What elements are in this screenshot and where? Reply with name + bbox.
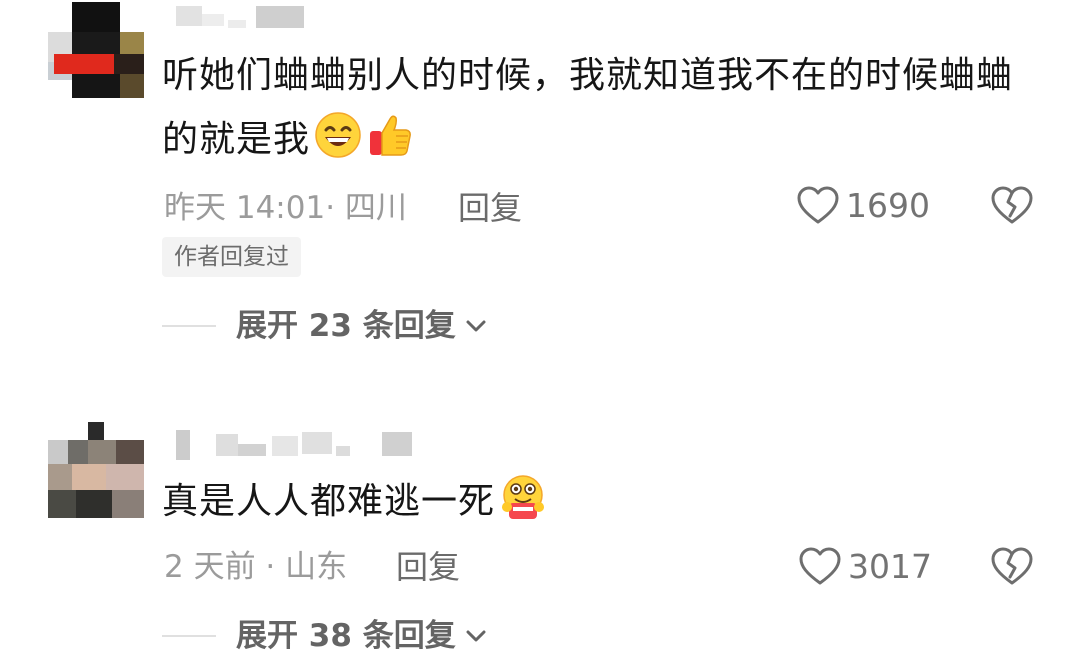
author-replied-tag: 作者回复过	[162, 237, 301, 277]
comment-text: 真是人人都难逃一死	[162, 470, 1042, 534]
heart-outline-icon	[797, 186, 839, 224]
like-button[interactable]: 1690	[796, 184, 930, 228]
eating-popcorn-emoji	[499, 473, 547, 521]
reply-button[interactable]: 回复	[458, 188, 522, 228]
expand-replies-button[interactable]: 展开 23 条回复	[162, 306, 490, 346]
expand-replies-button[interactable]: 展开 38 条回复	[162, 616, 490, 656]
avatar[interactable]	[48, 2, 144, 98]
grinning-face-emoji	[314, 111, 362, 159]
comment-text-body: 听她们蛐蛐别人的时候，我就知道我不在的时候蛐蛐的就是我	[162, 55, 1014, 160]
dislike-button[interactable]	[990, 545, 1034, 589]
dislike-button[interactable]	[990, 184, 1034, 228]
like-count: 1690	[846, 186, 930, 225]
broken-heart-icon	[991, 547, 1033, 585]
expand-replies-label: 展开 38 条回复	[236, 618, 456, 654]
avatar[interactable]	[48, 422, 144, 518]
divider-line	[162, 635, 216, 637]
like-button[interactable]: 3017	[798, 545, 932, 589]
expand-replies-label: 展开 23 条回复	[236, 308, 456, 344]
chevron-down-icon	[466, 630, 486, 642]
heart-outline-icon	[799, 547, 841, 585]
comment-text-body: 真是人人都难逃一死	[162, 481, 496, 522]
comment-meta: 2 天前 · 山东	[164, 549, 348, 585]
comment-item: 听她们蛐蛐别人的时候，我就知道我不在的时候蛐蛐的就是我 昨天 14:01· 四川…	[0, 0, 1080, 380]
comment-meta: 昨天 14:01· 四川	[164, 190, 407, 226]
reply-button[interactable]: 回复	[396, 547, 460, 587]
comment-text: 听她们蛐蛐别人的时候，我就知道我不在的时候蛐蛐的就是我	[162, 44, 1042, 172]
comment-item: 真是人人都难逃一死 2 天前 · 山东 回复 3017 展开 38 条回复	[0, 410, 1080, 654]
divider-line	[162, 325, 216, 327]
thumbs-up-emoji	[366, 111, 414, 159]
broken-heart-icon	[991, 186, 1033, 224]
like-count: 3017	[848, 547, 932, 586]
chevron-down-icon	[466, 320, 486, 332]
